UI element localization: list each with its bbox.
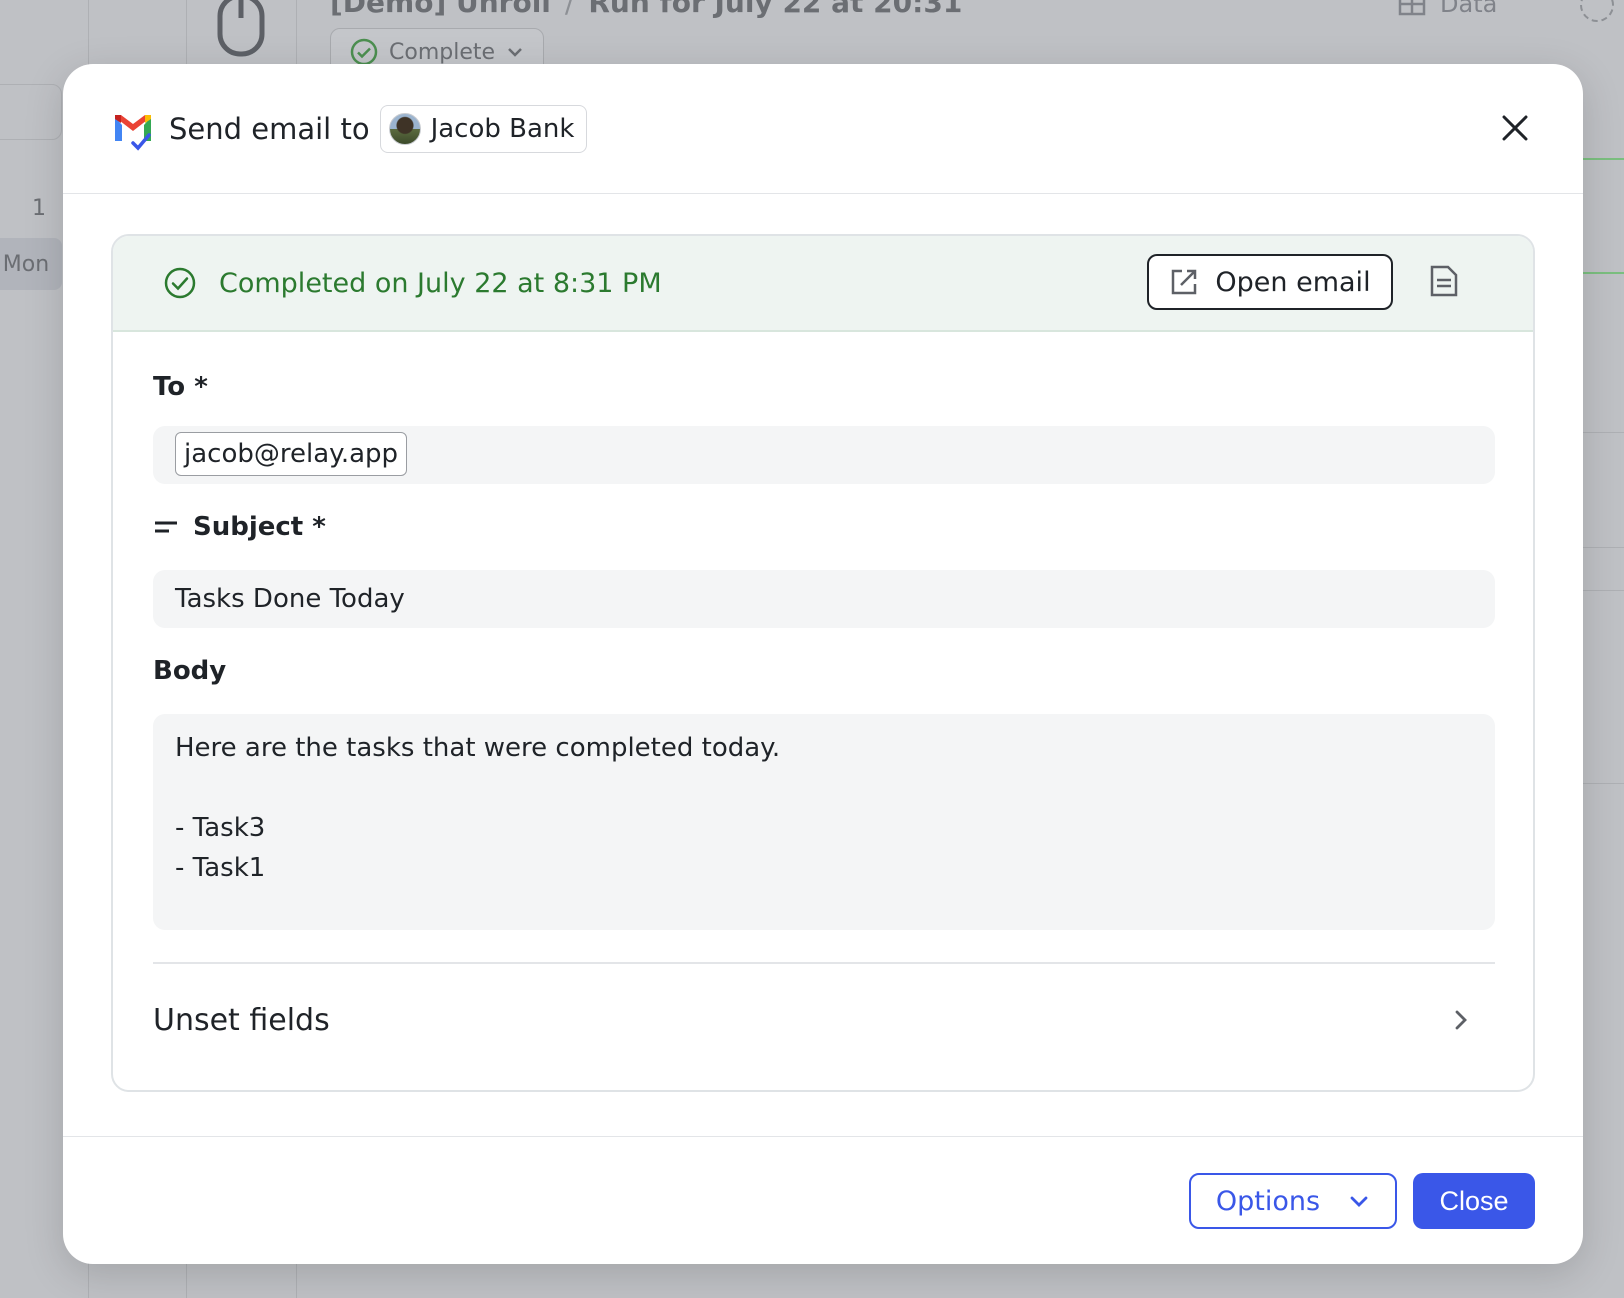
day-number: 1 [32, 196, 46, 221]
subject-value: Tasks Done Today [175, 584, 405, 614]
day-name: Mon [0, 238, 62, 290]
subject-label: Subject * [153, 512, 326, 542]
run-status-label: Complete [389, 39, 496, 65]
check-circle-icon [350, 38, 378, 66]
external-link-icon [1172, 269, 1197, 295]
text-lines-icon [155, 521, 177, 533]
modal-footer: Options Close [63, 1136, 1583, 1264]
status-banner: Completed on July 22 at 8:31 PM Open ema… [113, 236, 1533, 332]
check-circle-icon [164, 267, 196, 299]
chevron-down-icon [508, 48, 522, 57]
open-email-button[interactable]: Open email [1147, 254, 1393, 310]
subject-label-text: Subject * [193, 512, 326, 542]
unset-fields-label: Unset fields [153, 1002, 330, 1038]
document-icon[interactable] [1429, 264, 1459, 298]
chevron-right-icon [1455, 1010, 1467, 1030]
unset-fields-toggle[interactable]: Unset fields [153, 980, 1495, 1060]
step-details-card: Completed on July 22 at 8:31 PM Open ema… [111, 234, 1535, 1092]
data-tab-label: Data [1440, 0, 1498, 18]
close-icon [1502, 115, 1528, 141]
body-label-text: Body [153, 656, 227, 686]
loading-icon [1580, 0, 1614, 22]
sidebar-input [0, 84, 62, 140]
table-icon [1398, 0, 1426, 16]
to-label-text: To * [153, 372, 208, 402]
mouse-icon [217, 0, 265, 57]
data-tab[interactable]: Data [1398, 0, 1497, 18]
close-modal-button[interactable]: Close [1413, 1173, 1535, 1229]
to-label: To * [153, 372, 208, 402]
section-divider [153, 962, 1495, 964]
modal-title: Send email to [169, 111, 370, 146]
to-field[interactable]: jacob@relay.app [153, 426, 1495, 484]
options-button[interactable]: Options [1189, 1173, 1397, 1229]
body-field[interactable]: Here are the tasks that were completed t… [153, 714, 1495, 930]
email-chip[interactable]: jacob@relay.app [175, 432, 408, 476]
recipient-chip[interactable]: Jacob Bank [379, 104, 588, 153]
chevron-down-icon [1350, 1196, 1368, 1207]
options-label: Options [1215, 1185, 1321, 1217]
close-button[interactable] [1495, 108, 1535, 148]
gmail-icon [115, 114, 151, 151]
body-label: Body [153, 656, 226, 686]
send-email-modal: Send email to Jacob Bank Completed on Ju… [63, 64, 1583, 1264]
subject-field[interactable]: Tasks Done Today [153, 570, 1495, 628]
open-email-label: Open email [1215, 266, 1371, 298]
modal-header: Send email to Jacob Bank [63, 64, 1583, 194]
avatar [388, 112, 421, 145]
recipient-name: Jacob Bank [430, 113, 575, 144]
status-text: Completed on July 22 at 8:31 PM [219, 267, 662, 299]
run-title: [Demo] Unroll / Run for July 22 at 20:31 [330, 0, 963, 19]
